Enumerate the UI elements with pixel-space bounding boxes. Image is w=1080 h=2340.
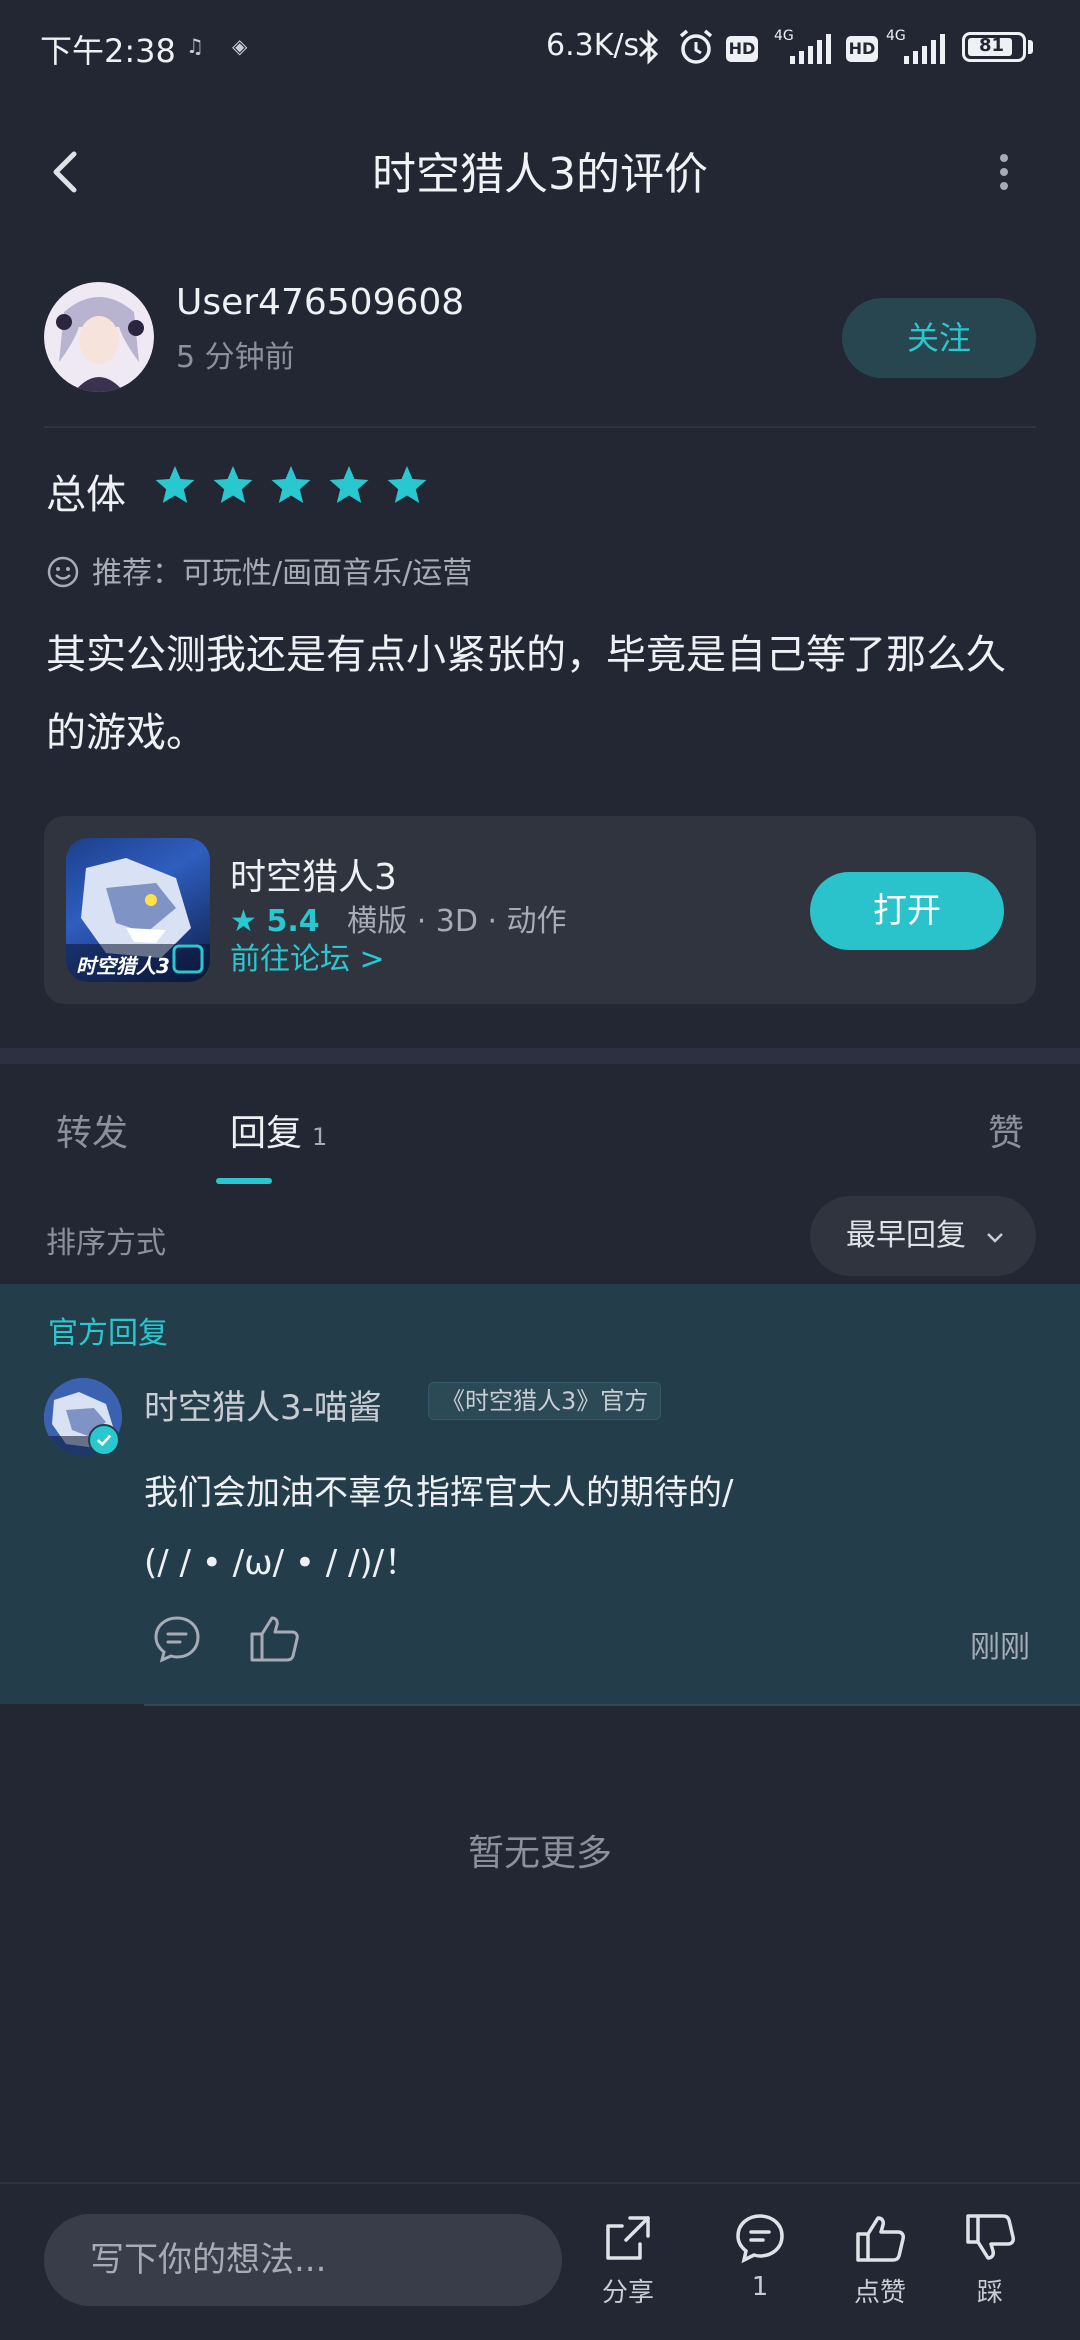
divider (44, 426, 1036, 428)
notification-icon: ♫ (186, 34, 204, 58)
signal-icon (790, 34, 831, 64)
reply-time: 刚刚 (970, 1630, 1030, 1665)
star-icon (387, 466, 427, 503)
comment-input[interactable]: 写下你的想法... (44, 2214, 562, 2306)
notification-icon-2: ◈ (232, 34, 248, 58)
status-time: 下午2:38 (40, 32, 176, 70)
like-icon[interactable] (852, 2210, 908, 2266)
battery-icon: 81 (962, 32, 1026, 62)
tab-active-indicator (216, 1178, 272, 1184)
official-reply-label: 官方回复 (48, 1316, 168, 1351)
tab-reply[interactable]: 回复 1 (230, 1104, 327, 1156)
sort-dropdown[interactable]: 最早回复 (810, 1196, 1036, 1276)
hd-icon-2: HD (846, 36, 878, 62)
battery-tip (1028, 40, 1033, 54)
tab-forward[interactable]: 转发 (56, 1104, 128, 1156)
reply-author[interactable]: 时空猎人3-喵酱 (144, 1380, 382, 1429)
share-icon[interactable] (600, 2210, 656, 2266)
comment-count[interactable]: 1 (710, 2272, 810, 2302)
share-label[interactable]: 分享 (578, 2272, 678, 2309)
page-title: 时空猎人3的评价 (372, 149, 708, 200)
user-avatar[interactable] (44, 282, 154, 392)
verified-badge-icon (88, 1424, 120, 1456)
sort-label: 排序方式 (46, 1226, 166, 1261)
username[interactable]: User476509608 (176, 282, 464, 323)
star-icon (329, 466, 369, 503)
star-icon (155, 466, 195, 503)
dislike-label[interactable]: 踩 (940, 2272, 1040, 2309)
dislike-icon[interactable] (962, 2210, 1018, 2266)
section-divider (0, 1048, 1080, 1064)
battery-level: 81 (979, 35, 1005, 56)
rating-stars (155, 466, 427, 503)
review-text: 其实公测我还是有点小紧张的，毕竟是自己等了那么久的游戏。 (46, 632, 1006, 756)
no-more-text: 暂无更多 (467, 1833, 612, 1874)
hd-icon: HD (726, 36, 758, 62)
comment-icon[interactable] (150, 1612, 204, 1666)
official-tag: 《时空猎人3》官方 (428, 1382, 662, 1420)
signal-icon-2 (904, 34, 945, 64)
rating-label: 总体 (46, 472, 126, 518)
tab-like[interactable]: 赞 (988, 1104, 1024, 1156)
recommend-row: 推荐：可玩性/画面音乐/运营 (46, 548, 472, 592)
tab-reply-label: 回复 (230, 1113, 303, 1154)
reply-text: 我们会加油不辜负指挥官大人的期待的/ (/ / • /ω/ • / /)/！ (144, 1473, 734, 1583)
thumbs-up-icon[interactable] (246, 1610, 302, 1666)
like-label[interactable]: 点赞 (830, 2272, 930, 2309)
follow-button[interactable]: 关注 (842, 298, 1036, 378)
tab-reply-count: 1 (312, 1123, 328, 1151)
smile-icon (47, 556, 79, 588)
recommend-text: 推荐：可玩性/画面音乐/运营 (92, 556, 473, 591)
star-icon (213, 466, 253, 503)
reply-divider (144, 1704, 1080, 1706)
post-time: 5 分钟前 (176, 340, 295, 375)
forum-link[interactable]: 前往论坛 > (230, 934, 385, 978)
avatar-illustration (44, 282, 154, 392)
bluetooth-icon (638, 29, 659, 65)
game-icon-text: 时空猎人3 (76, 954, 170, 978)
game-icon[interactable]: 时空猎人3 (66, 838, 210, 982)
star-icon (271, 466, 311, 503)
alarm-icon (679, 29, 713, 64)
more-options-icon[interactable] (980, 140, 1028, 204)
comment-count-icon[interactable] (732, 2210, 788, 2266)
open-game-button[interactable]: 打开 (810, 872, 1004, 950)
sort-selected: 最早回复 (846, 1218, 966, 1253)
chevron-down-icon (986, 1232, 1003, 1243)
network-speed: 6.3K/s (546, 28, 640, 63)
game-name[interactable]: 时空猎人3 (230, 848, 397, 900)
